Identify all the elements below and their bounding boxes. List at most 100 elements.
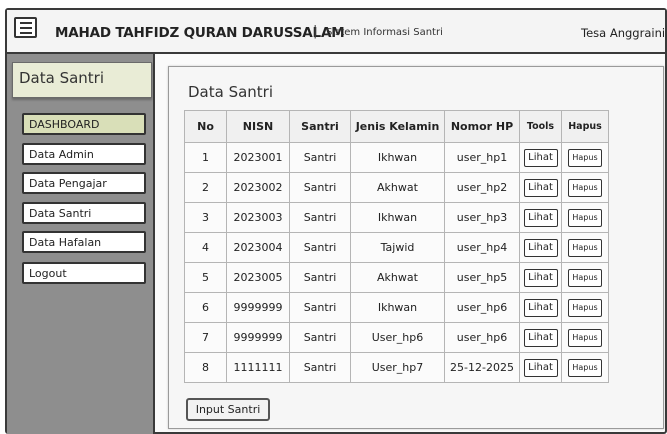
table-row: 7 9999999 Santri User_hp6 user_hp6 Lihat Hapus xyxy=(184,322,609,353)
cell-jenis-kelamin: Tajwid xyxy=(350,232,445,263)
cell-jenis-kelamin: User_hp6 xyxy=(350,322,445,353)
cell-jenis-kelamin: Ikhwan xyxy=(350,142,445,173)
cell-nisn: 2023004 xyxy=(226,232,290,263)
cell-santri: Santri xyxy=(289,142,351,173)
hapus-button[interactable]: Hapus xyxy=(568,328,602,347)
sidebar-item-logout[interactable]: Logout xyxy=(22,262,146,284)
cell-no: 2 xyxy=(184,172,227,203)
cell-hapus: Hapus xyxy=(561,202,609,233)
sidebar-item-data-hafalan[interactable]: Data Hafalan xyxy=(22,231,146,253)
hapus-button[interactable]: Hapus xyxy=(568,268,602,287)
column-header-tools: Tools xyxy=(519,110,562,143)
app-subtitle: Sistem Informasi Santri xyxy=(326,27,443,38)
cell-tools: Lihat xyxy=(519,262,562,293)
cell-tools: Lihat xyxy=(519,232,562,263)
santri-table: No NISN Santri Jenis Kelamin Nomor HP To… xyxy=(184,110,609,383)
cell-nisn: 9999999 xyxy=(226,292,290,323)
sidebar-item-data-pengajar[interactable]: Data Pengajar xyxy=(22,172,146,194)
table-row: 3 2023003 Santri Ikhwan user_hp3 Lihat Hapus xyxy=(184,202,609,233)
lihat-button[interactable]: Lihat xyxy=(523,268,558,287)
cell-nisn: 1111111 xyxy=(226,352,290,383)
cell-nisn: 2023001 xyxy=(226,142,290,173)
cell-tools: Lihat xyxy=(519,322,562,353)
table-row: 1 2023001 Santri Ikhwan user_hp1 Lihat Hapus xyxy=(184,142,609,173)
sidebar-title: Data Santri xyxy=(12,62,152,98)
cell-nomor-hp: 25-12-2025 xyxy=(444,352,520,383)
hapus-button[interactable]: Hapus xyxy=(568,148,602,167)
hapus-button[interactable]: Hapus xyxy=(568,298,602,317)
cell-nomor-hp: user_hp6 xyxy=(444,322,520,353)
hapus-button[interactable]: Hapus xyxy=(568,208,602,227)
cell-hapus: Hapus xyxy=(561,352,609,383)
column-header-nisn: NISN xyxy=(226,110,290,143)
table-row: 2 2023002 Santri Akhwat user_hp2 Lihat Hapus xyxy=(184,172,609,203)
cell-santri: Santri xyxy=(289,172,351,203)
lihat-button[interactable]: Lihat xyxy=(523,148,558,167)
input-santri-button[interactable]: Input Santri xyxy=(186,398,270,421)
cell-nisn: 2023003 xyxy=(226,202,290,233)
content-panel: Data Santri No NISN Santri Jenis Kelamin… xyxy=(168,66,664,429)
cell-tools: Lihat xyxy=(519,292,562,323)
cell-tools: Lihat xyxy=(519,352,562,383)
cell-nomor-hp: user_hp3 xyxy=(444,202,520,233)
title-separator: | xyxy=(313,24,318,39)
cell-no: 1 xyxy=(184,142,227,173)
cell-santri: Santri xyxy=(289,202,351,233)
column-header-hapus: Hapus xyxy=(561,110,609,143)
cell-jenis-kelamin: User_hp7 xyxy=(350,352,445,383)
cell-no: 6 xyxy=(184,292,227,323)
cell-hapus: Hapus xyxy=(561,292,609,323)
lihat-button[interactable]: Lihat xyxy=(523,298,558,317)
cell-jenis-kelamin: Ikhwan xyxy=(350,292,445,323)
sidebar-item-data-santri[interactable]: Data Santri xyxy=(22,202,146,224)
cell-santri: Santri xyxy=(289,292,351,323)
cell-nisn: 2023002 xyxy=(226,172,290,203)
lihat-button[interactable]: Lihat xyxy=(523,238,558,257)
column-header-nomor-hp: Nomor HP xyxy=(444,110,520,143)
table-row: 6 9999999 Santri Ikhwan user_hp6 Lihat Hapus xyxy=(184,292,609,323)
user-name[interactable]: Tesa Anggraini xyxy=(581,26,665,40)
sidebar-item-data-admin[interactable]: Data Admin xyxy=(22,143,146,165)
cell-no: 3 xyxy=(184,202,227,233)
cell-hapus: Hapus xyxy=(561,232,609,263)
table-body: 1 2023001 Santri Ikhwan user_hp1 Lihat Hapus 2 2… xyxy=(184,142,609,383)
cell-santri: Santri xyxy=(289,232,351,263)
app-window: MAHAD TAHFIDZ QURAN DARUSSALAM | Sistem … xyxy=(5,8,667,434)
cell-no: 8 xyxy=(184,352,227,383)
sidebar-item-dashboard[interactable]: DASHBOARD xyxy=(22,113,146,135)
cell-tools: Lihat xyxy=(519,202,562,233)
cell-jenis-kelamin: Akhwat xyxy=(350,262,445,293)
column-header-jenis-kelamin: Jenis Kelamin xyxy=(350,110,445,143)
hamburger-menu-icon[interactable] xyxy=(14,17,37,38)
lihat-button[interactable]: Lihat xyxy=(523,328,558,347)
cell-nomor-hp: user_hp1 xyxy=(444,142,520,173)
cell-santri: Santri xyxy=(289,262,351,293)
table-row: 8 1111111 Santri User_hp7 25-12-2025 Lihat Hap… xyxy=(184,352,609,383)
cell-no: 7 xyxy=(184,322,227,353)
cell-no: 4 xyxy=(184,232,227,263)
lihat-button[interactable]: Lihat xyxy=(523,358,558,377)
column-header-no: No xyxy=(184,110,227,143)
sidebar: Data Santri DASHBOARD Data Admin Data Pe… xyxy=(7,54,155,434)
table-row: 5 2023005 Santri Akhwat user_hp5 Lihat Hapus xyxy=(184,262,609,293)
cell-tools: Lihat xyxy=(519,142,562,173)
app-title: MAHAD TAHFIDZ QURAN DARUSSALAM xyxy=(55,25,345,41)
lihat-button[interactable]: Lihat xyxy=(523,178,558,197)
cell-tools: Lihat xyxy=(519,172,562,203)
lihat-button[interactable]: Lihat xyxy=(523,208,558,227)
cell-santri: Santri xyxy=(289,322,351,353)
cell-nomor-hp: user_hp6 xyxy=(444,292,520,323)
cell-hapus: Hapus xyxy=(561,322,609,353)
hapus-button[interactable]: Hapus xyxy=(568,358,602,377)
cell-jenis-kelamin: Ikhwan xyxy=(350,202,445,233)
hapus-button[interactable]: Hapus xyxy=(568,178,602,197)
cell-nisn: 9999999 xyxy=(226,322,290,353)
cell-nomor-hp: user_hp5 xyxy=(444,262,520,293)
hapus-button[interactable]: Hapus xyxy=(568,238,602,257)
cell-nomor-hp: user_hp2 xyxy=(444,172,520,203)
cell-nomor-hp: user_hp4 xyxy=(444,232,520,263)
cell-hapus: Hapus xyxy=(561,142,609,173)
cell-no: 5 xyxy=(184,262,227,293)
table-row: 4 2023004 Santri Tajwid user_hp4 Lihat Hapus xyxy=(184,232,609,263)
cell-santri: Santri xyxy=(289,352,351,383)
